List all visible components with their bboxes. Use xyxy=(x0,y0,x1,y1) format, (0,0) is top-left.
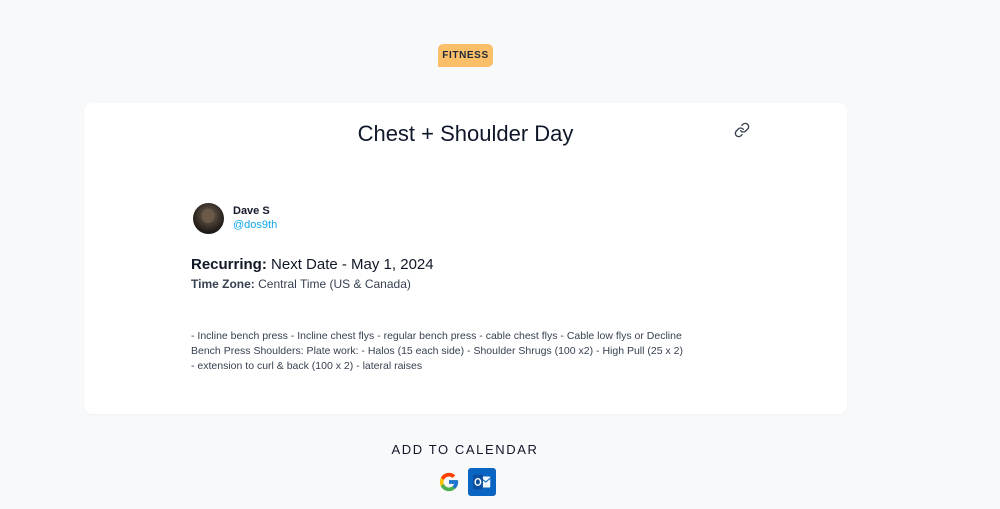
google-icon xyxy=(439,472,459,492)
google-calendar-button[interactable] xyxy=(435,468,463,496)
recurring-label: Recurring: xyxy=(191,256,267,273)
avatar[interactable] xyxy=(193,203,224,234)
timezone-value: Central Time (US & Canada) xyxy=(258,277,411,291)
author-handle-link[interactable]: @dos9th xyxy=(233,218,277,233)
event-card: Chest + Shoulder Day Dave S @dos9th Recu… xyxy=(84,103,847,414)
author-name: Dave S xyxy=(233,205,270,217)
recurring-line: Recurring: Next Date - May 1, 2024 xyxy=(191,256,434,273)
event-title: Chest + Shoulder Day xyxy=(357,121,574,146)
author-block: Dave S @dos9th xyxy=(193,203,277,234)
add-to-calendar-heading: ADD TO CALENDAR xyxy=(391,442,539,457)
outlook-icon xyxy=(472,474,491,490)
author-info: Dave S @dos9th xyxy=(233,204,277,233)
outlook-calendar-button[interactable] xyxy=(468,468,496,496)
event-description: - Incline bench press - Incline chest fl… xyxy=(191,330,683,372)
timezone-label: Time Zone: xyxy=(191,277,255,291)
link-icon[interactable] xyxy=(734,122,750,138)
category-badge: FITNESS xyxy=(438,44,493,67)
timezone-line: Time Zone: Central Time (US & Canada) xyxy=(191,277,411,291)
recurring-value: Next Date - May 1, 2024 xyxy=(271,256,434,273)
event-page: FITNESS Chest + Shoulder Day Dave S @dos… xyxy=(0,0,1000,509)
